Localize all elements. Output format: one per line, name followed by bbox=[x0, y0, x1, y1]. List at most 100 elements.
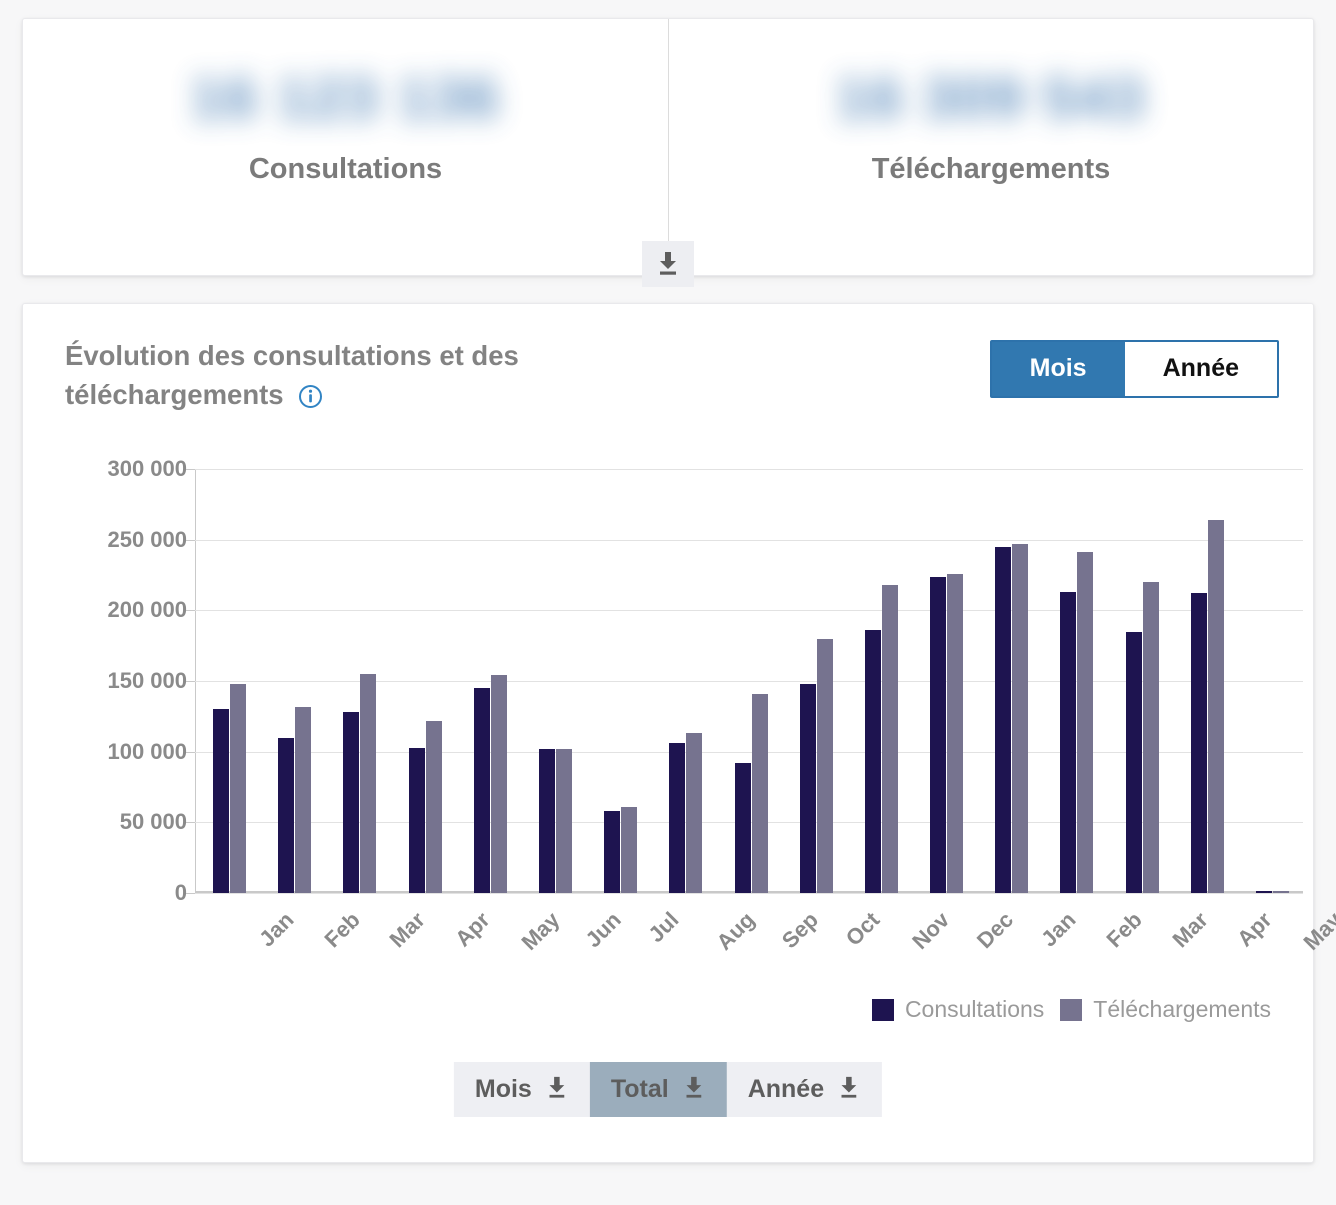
bar-group bbox=[1125, 469, 1159, 894]
bar-consultations[interactable] bbox=[1190, 593, 1207, 894]
download-icon bbox=[682, 1075, 706, 1104]
y-axis-tick-label: 200 000 bbox=[107, 597, 187, 623]
bar-group bbox=[278, 469, 312, 894]
period-toggle-annee[interactable]: Année bbox=[1124, 342, 1277, 396]
download-annee-label: Année bbox=[747, 1075, 825, 1103]
bar-consultations[interactable] bbox=[1125, 631, 1142, 894]
x-axis-tick-label: Apr bbox=[449, 907, 495, 952]
bar-consultations[interactable] bbox=[213, 709, 230, 894]
bar-telechargements[interactable] bbox=[1142, 582, 1159, 894]
bar-consultations[interactable] bbox=[343, 712, 360, 894]
y-axis-tick-mark bbox=[186, 469, 195, 471]
chart-header: Évolution des consultations et des téléc… bbox=[23, 304, 1313, 419]
bar-group bbox=[669, 469, 703, 894]
x-axis-tick-label: Jan bbox=[254, 907, 299, 952]
bar-telechargements[interactable] bbox=[1012, 544, 1029, 894]
bar-group bbox=[864, 469, 898, 894]
x-axis-tick-label: Jan bbox=[1036, 907, 1081, 952]
bar-group bbox=[473, 469, 507, 894]
bar-telechargements[interactable] bbox=[947, 573, 964, 894]
bar-consultations[interactable] bbox=[1060, 592, 1077, 894]
x-axis-tick-label: May bbox=[516, 907, 565, 956]
bar-telechargements[interactable] bbox=[1077, 552, 1094, 894]
x-axis-tick-label: Aug bbox=[711, 907, 760, 956]
legend-swatch bbox=[871, 998, 894, 1021]
bar-telechargements[interactable] bbox=[425, 720, 442, 894]
bar-telechargements[interactable] bbox=[490, 675, 507, 894]
bar-consultations[interactable] bbox=[278, 737, 295, 894]
download-mois-button[interactable]: Mois bbox=[453, 1062, 590, 1117]
bar-group bbox=[538, 469, 572, 894]
y-axis-tick-mark bbox=[186, 893, 195, 895]
info-icon[interactable] bbox=[298, 380, 323, 419]
bar-telechargements[interactable] bbox=[621, 806, 638, 894]
x-axis-tick-label: Apr bbox=[1231, 907, 1277, 952]
legend-item[interactable]: Téléchargements bbox=[1060, 996, 1271, 1023]
period-toggle-mois[interactable]: Mois bbox=[991, 342, 1125, 396]
x-axis-tick-label: Mar bbox=[1167, 907, 1213, 953]
download-icon bbox=[545, 1075, 569, 1104]
bar-telechargements[interactable] bbox=[295, 706, 312, 894]
period-toggle-group: Mois Année bbox=[989, 340, 1279, 398]
chart-plot: 0 50 000 100 000 150 000 200 000 250 000 300 0… bbox=[107, 456, 1303, 905]
y-axis-tick-label: 0 bbox=[174, 880, 187, 906]
bar-group bbox=[343, 469, 377, 894]
bar-group bbox=[604, 469, 638, 894]
bar-consultations[interactable] bbox=[604, 811, 621, 894]
bar-telechargements[interactable] bbox=[360, 674, 377, 894]
bar-group bbox=[930, 469, 964, 894]
bar-telechargements[interactable] bbox=[686, 733, 703, 894]
bar-consultations[interactable] bbox=[408, 747, 425, 894]
bar-telechargements[interactable] bbox=[881, 585, 898, 894]
bar-consultations[interactable] bbox=[669, 743, 686, 894]
y-axis-tick-mark bbox=[186, 751, 195, 753]
bar-group bbox=[1190, 469, 1224, 894]
kpi-summary-card: 16 123 136 Consultations 16 309 543 Télé… bbox=[22, 18, 1314, 287]
x-axis-tick-label: Jul bbox=[643, 907, 684, 948]
bar-telechargements[interactable] bbox=[1272, 890, 1289, 894]
download-mois-label: Mois bbox=[474, 1075, 532, 1103]
bar-consultations[interactable] bbox=[734, 763, 751, 894]
bar-group bbox=[408, 469, 442, 894]
kpi-consultations-label: Consultations bbox=[248, 153, 443, 185]
bar-consultations[interactable] bbox=[473, 688, 490, 894]
x-axis-tick-label: Dec bbox=[971, 907, 1019, 954]
bar-telechargements[interactable] bbox=[1207, 519, 1224, 894]
kpi-telechargements-value: 16 309 543 bbox=[835, 66, 1147, 131]
y-axis-tick-label: 50 000 bbox=[119, 809, 187, 835]
bar-telechargements[interactable] bbox=[751, 693, 768, 894]
bar-consultations[interactable] bbox=[864, 630, 881, 894]
y-axis-tick-mark bbox=[186, 822, 195, 824]
kpi-telechargements: 16 309 543 Téléchargements bbox=[668, 19, 1313, 275]
x-axis-tick-label: Jun bbox=[580, 907, 626, 953]
kpi-consultations: 16 123 136 Consultations bbox=[23, 19, 668, 275]
download-annee-button[interactable]: Année bbox=[726, 1062, 883, 1117]
x-axis-tick-label: Feb bbox=[1101, 907, 1148, 953]
bar-group bbox=[1060, 469, 1094, 894]
dashboard-page: 16 123 136 Consultations 16 309 543 Télé… bbox=[0, 0, 1336, 1163]
kpi-download-button[interactable] bbox=[642, 241, 694, 287]
bar-telechargements[interactable] bbox=[555, 748, 572, 894]
bar-telechargements[interactable] bbox=[230, 683, 247, 894]
y-axis-tick-label: 250 000 bbox=[107, 526, 187, 552]
chart-title-text: Évolution des consultations et des téléc… bbox=[65, 340, 519, 411]
bar-group bbox=[734, 469, 768, 894]
chart-download-group: Mois Total Année bbox=[453, 1062, 883, 1117]
x-axis-tick-label: Oct bbox=[840, 907, 885, 951]
y-axis-tick-label: 100 000 bbox=[107, 738, 187, 764]
kpi-telechargements-label: Téléchargements bbox=[871, 153, 1111, 185]
download-total-button[interactable]: Total bbox=[589, 1062, 727, 1117]
bar-consultations[interactable] bbox=[538, 748, 555, 894]
bar-consultations[interactable] bbox=[930, 576, 947, 894]
x-axis-tick-label: Sep bbox=[776, 907, 823, 954]
bar-telechargements[interactable] bbox=[816, 638, 833, 894]
kpi-consultations-value: 16 123 136 bbox=[190, 66, 501, 131]
x-axis-tick-label: Feb bbox=[319, 907, 366, 953]
legend-item[interactable]: Consultations bbox=[871, 996, 1044, 1023]
y-axis-tick-label: 150 000 bbox=[107, 668, 187, 694]
gridline bbox=[195, 893, 1303, 895]
legend-label: Téléchargements bbox=[1093, 996, 1271, 1022]
bar-consultations[interactable] bbox=[799, 683, 816, 894]
bar-consultations[interactable] bbox=[1255, 890, 1272, 894]
bar-consultations[interactable] bbox=[995, 546, 1012, 894]
